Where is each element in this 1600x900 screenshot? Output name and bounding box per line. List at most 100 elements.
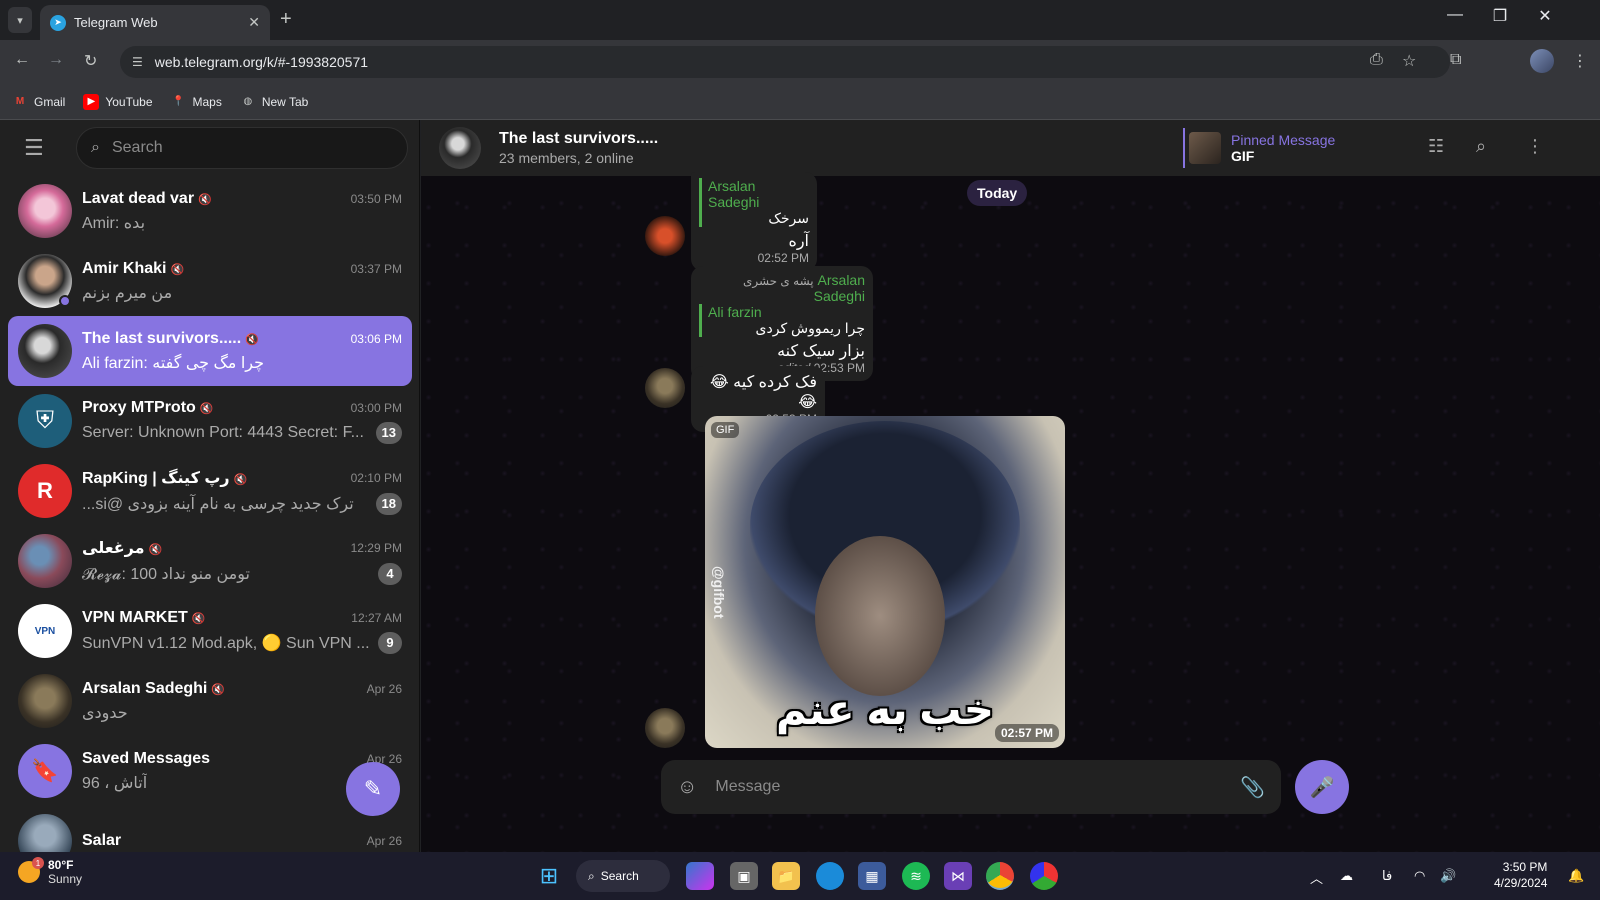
app-icon[interactable] — [1030, 862, 1058, 890]
chat-preview: Amir: بده — [82, 214, 146, 232]
chat-preview: SunVPN v1.12 Mod.apk, 🟡 Sun VPN ... — [82, 634, 370, 652]
chat-item-the-last-survivors[interactable]: The last survivors..... 🔇 03:06 PM Ali far… — [8, 316, 412, 386]
unread-badge: 13 — [375, 421, 402, 444]
tab-search-button[interactable]: ▾ — [8, 7, 32, 33]
search-placeholder: Search — [111, 139, 163, 156]
gmail-icon: M — [15, 96, 25, 107]
file-explorer-icon[interactable]: 📁 — [772, 862, 800, 890]
bookmark-gmail[interactable]: M Gmail — [12, 94, 66, 110]
install-app-icon[interactable]: ⎙ — [1370, 51, 1383, 69]
pinned-list-icon[interactable]: ☷ — [1428, 136, 1444, 157]
visual-studio-icon[interactable]: ⋈ — [944, 862, 972, 890]
message-time: 02:52 PM — [757, 251, 809, 265]
emoji-icon[interactable]: ☺ — [677, 776, 697, 799]
telegram-app: ☰ ⌕ Search Lavat dead var 🔇 03:50 PM Amir:… — [0, 120, 1600, 852]
chat-time: 03:37 PM — [350, 261, 402, 276]
attach-icon[interactable]: 📎 — [1240, 775, 1265, 800]
copilot-icon[interactable] — [686, 862, 714, 890]
chat-panel: The last survivors..... 23 members, 2 on… — [421, 120, 1600, 852]
microphone-icon: 🎤 — [1309, 776, 1335, 799]
sun-icon: 1 — [18, 857, 44, 883]
gif-message[interactable]: GIF @gifbot خب به عنم 02:57 PM — [705, 416, 1065, 748]
telegram-icon: ➤ — [50, 14, 66, 31]
reply-preview[interactable]: Arsalan Sadeghi سرخک — [699, 178, 809, 227]
chat-item-amir-khaki[interactable]: Amir Khaki 🔇 03:37 PM من میرم بزنم — [8, 246, 412, 316]
sender-avatar[interactable] — [645, 708, 685, 748]
sender-name[interactable]: Arsalan Sadeghi — [814, 272, 865, 304]
volume-icon[interactable]: 🔊 — [1440, 868, 1456, 884]
chat-item-arsalan-sadeghi[interactable]: Arsalan Sadeghi 🔇 Apr 26 حدودی — [8, 666, 412, 736]
chat-header[interactable]: The last survivors..... 23 members, 2 on… — [421, 120, 1600, 176]
address-bar[interactable]: ☰ web.telegram.org/k/#-1993820571 — [120, 46, 1450, 78]
weather-widget[interactable]: 1 80°F Sunny — [18, 857, 82, 886]
tab-telegram[interactable]: ➤ Telegram Web ✕ — [40, 5, 270, 40]
bookmark-star-icon[interactable]: ☆ — [1402, 51, 1416, 71]
message-bubble[interactable]: Arsalan Sadeghi سرخک آره 02:52 PM — [691, 172, 817, 271]
avatar — [18, 814, 72, 852]
chat-preview: Server: Unknown Port: 4443 Secret: F... — [82, 423, 364, 441]
avatar — [18, 254, 72, 308]
site-info-icon[interactable]: ☰ — [132, 55, 143, 69]
notifications-bell-icon[interactable]: 🔔 — [1568, 868, 1584, 884]
chat-name: مرغعلی — [82, 539, 145, 557]
minimize-button[interactable]: — — [1432, 6, 1478, 24]
avatar — [18, 534, 72, 588]
sender-avatar[interactable] — [645, 368, 685, 408]
chat-item-salar[interactable]: Salar Apr 26 — [8, 806, 412, 852]
tab-title: Telegram Web — [74, 15, 158, 30]
windows-start-icon[interactable]: ⊞ — [535, 862, 563, 890]
chat-time: 03:06 PM — [350, 331, 402, 346]
sender-avatar[interactable] — [645, 216, 685, 256]
bookmark-new-tab[interactable]: ◍ New Tab — [240, 94, 308, 110]
message-input[interactable]: Message — [715, 778, 1240, 796]
more-menu-icon[interactable]: ⋮ — [1526, 136, 1544, 157]
wifi-icon[interactable]: ◠ — [1414, 868, 1425, 884]
chrome-menu-icon[interactable]: ⋮ — [1572, 51, 1588, 71]
chrome-icon[interactable] — [986, 862, 1014, 890]
shield-icon: ⛨ — [18, 394, 72, 448]
chat-item-proxy-mtproto[interactable]: ⛨ Proxy MTProto 🔇 03:00 PM Server: Unknown… — [8, 386, 412, 456]
bookmark-youtube[interactable]: ▶ YouTube — [83, 93, 153, 110]
voice-record-button[interactable]: 🎤 — [1295, 760, 1349, 814]
chat-item-vpn-market[interactable]: VPN VPN MARKET 🔇 12:27 AM SunVPN v1.12 Mod… — [8, 596, 412, 666]
bookmark-maps[interactable]: 📍 Maps — [171, 94, 222, 110]
unread-badge: 4 — [378, 562, 402, 585]
hamburger-menu-icon[interactable]: ☰ — [24, 135, 64, 161]
edge-icon[interactable] — [816, 862, 844, 890]
close-tab-icon[interactable]: ✕ — [248, 14, 260, 31]
search-input[interactable]: ⌕ Search — [76, 127, 408, 169]
chat-item-lavat-dead-var[interactable]: Lavat dead var 🔇 03:50 PM Amir: بده — [8, 176, 412, 246]
microsoft-store-icon[interactable]: ▦ — [858, 862, 886, 890]
profile-avatar[interactable] — [1530, 49, 1554, 73]
extensions-icon[interactable]: ⧉ — [1450, 51, 1461, 69]
forward-icon[interactable]: → — [48, 51, 64, 69]
input-language[interactable]: فا — [1382, 868, 1392, 884]
chat-name: Amir Khaki — [82, 259, 167, 277]
back-icon[interactable]: ← — [14, 51, 30, 69]
reload-icon[interactable]: ↻ — [84, 51, 97, 71]
message-bubble[interactable]: پشه ی حشری Arsalan Sadeghi Ali farzin چر… — [691, 266, 873, 381]
chat-item-morghali[interactable]: مرغعلی 🔇 12:29 PM 𝓡𝓮𝔃𝓪: 100 تومن منو نداد 4 — [8, 526, 412, 596]
chat-preview: من میرم بزنم — [82, 284, 173, 302]
new-tab-button[interactable]: + — [280, 8, 292, 31]
chat-preview: ترک جدید چرسی به نام آینه بزودی @si... — [82, 495, 354, 513]
new-message-button[interactable]: ✎ — [346, 762, 400, 816]
muted-icon: 🔇 — [148, 543, 163, 556]
chat-time: 12:27 AM — [351, 610, 402, 625]
message-text: آره — [788, 233, 809, 250]
task-view-icon[interactable]: ▣ — [730, 862, 758, 890]
spotify-icon[interactable]: ≋ — [902, 862, 930, 890]
system-clock[interactable]: 3:50 PM 4/29/2024 — [1494, 859, 1547, 891]
search-icon[interactable]: ⌕ — [1476, 136, 1486, 157]
taskbar-search[interactable]: ⌕ Search — [576, 860, 670, 892]
close-window-button[interactable]: ✕ — [1522, 6, 1568, 26]
globe-icon: ◍ — [243, 96, 253, 107]
chat-item-rapking[interactable]: R RapKing | رپ کینگ 🔇 02:10 PM ترک جدید چر… — [8, 456, 412, 526]
reply-preview[interactable]: Ali farzin چرا ریمووش کردی — [699, 304, 865, 337]
show-hidden-icons[interactable]: ︿ — [1310, 868, 1323, 887]
chat-avatar[interactable] — [439, 127, 481, 169]
pinned-message[interactable]: Pinned Message GIF — [1183, 128, 1335, 168]
maximize-button[interactable]: ❐ — [1477, 6, 1523, 26]
chat-time: 03:00 PM — [350, 400, 402, 415]
cloud-off-icon[interactable]: ☁ — [1340, 868, 1353, 884]
